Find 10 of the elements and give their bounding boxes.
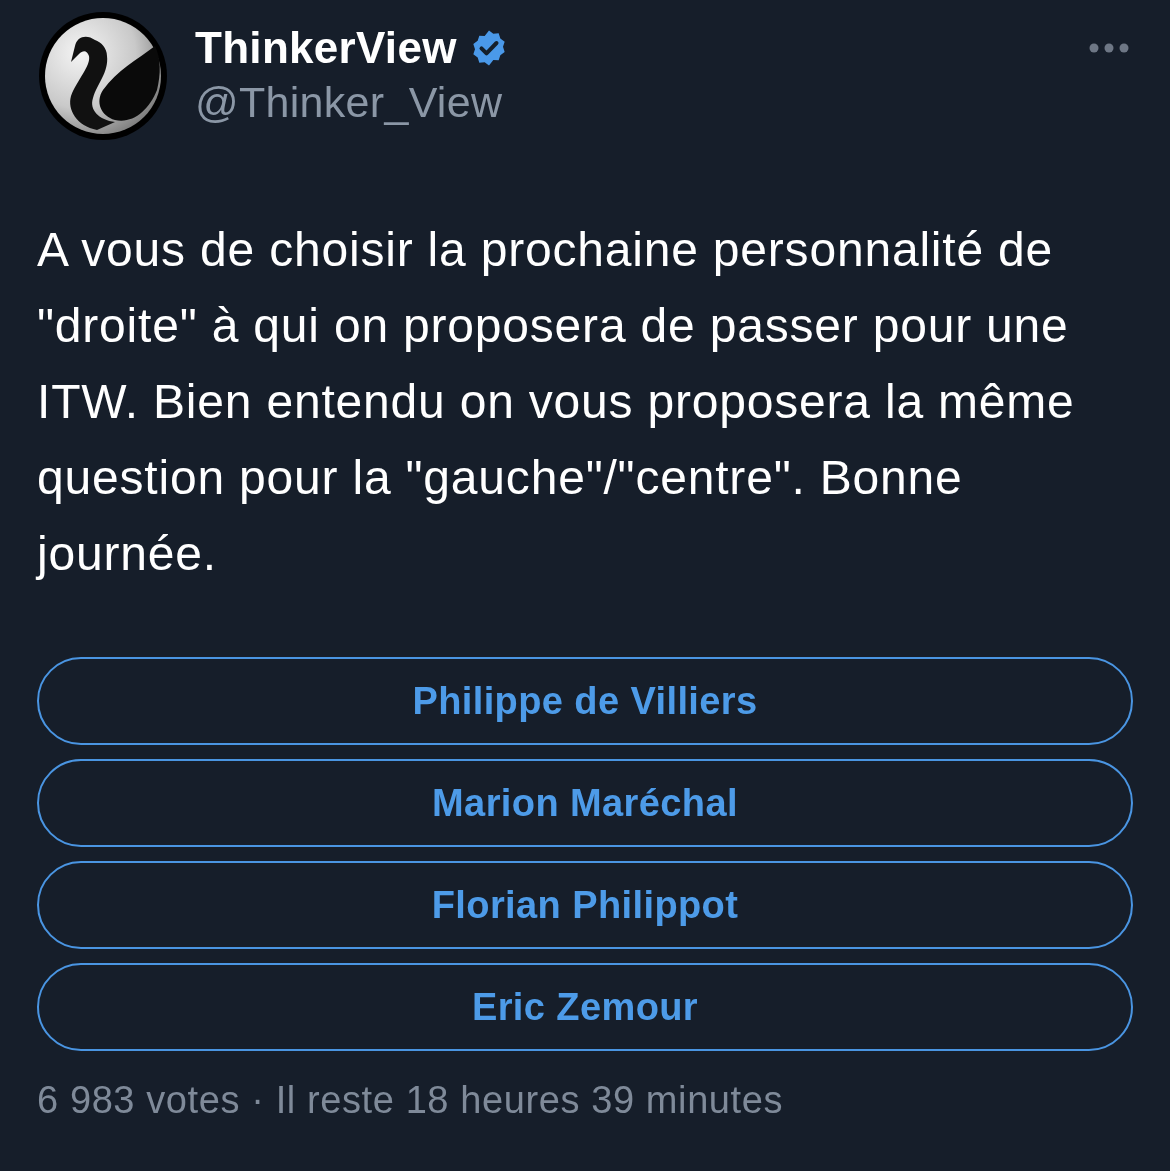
poll-option[interactable]: Marion Maréchal: [37, 759, 1133, 847]
more-options-icon[interactable]: [1089, 42, 1129, 54]
poll-status: 6 983 votes · Il reste 18 heures 39 minutes: [37, 1078, 785, 1122]
poll-option[interactable]: Philippe de Villiers: [37, 657, 1133, 745]
tweet-text: A vous de choisir la prochaine personnalité de "droite" à qui on proposera de passer pour une ITW. Bien entendu on vous proposera la même question pour la "gauche"/"centre". Bonne journée.: [37, 222, 1076, 582]
poll-option[interactable]: Florian Philippot: [37, 861, 1133, 949]
poll-option[interactable]: Eric Zemour: [37, 963, 1133, 1051]
user-handle[interactable]: @Thinker_View: [195, 76, 509, 128]
display-name[interactable]: ThinkerView: [195, 22, 457, 74]
swan-avatar-icon[interactable]: [37, 10, 169, 142]
